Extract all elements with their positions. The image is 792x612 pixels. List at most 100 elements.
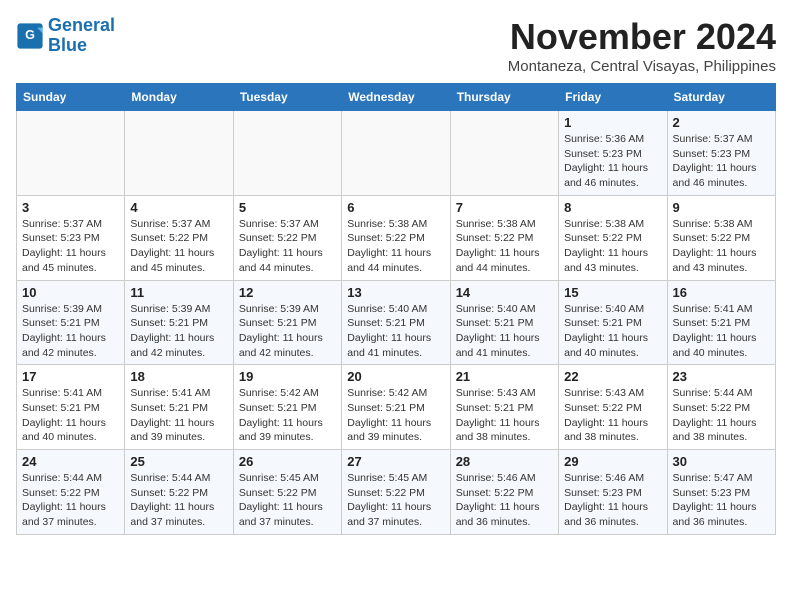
calendar-cell: 6 Sunrise: 5:38 AM Sunset: 5:22 PM Daylig… — [342, 195, 450, 280]
day-info: Sunrise: 5:44 AM Sunset: 5:22 PM Dayligh… — [22, 471, 119, 530]
day-number: 8 — [564, 200, 661, 215]
day-info: Sunrise: 5:38 AM Sunset: 5:22 PM Dayligh… — [673, 217, 770, 276]
day-number: 27 — [347, 454, 444, 469]
day-number: 13 — [347, 285, 444, 300]
logo: G General Blue — [16, 16, 115, 56]
month-title: November 2024 — [508, 16, 776, 58]
day-number: 29 — [564, 454, 661, 469]
calendar-cell: 4 Sunrise: 5:37 AM Sunset: 5:22 PM Daylig… — [125, 195, 233, 280]
day-info: Sunrise: 5:40 AM Sunset: 5:21 PM Dayligh… — [347, 302, 444, 361]
day-number: 1 — [564, 115, 661, 130]
calendar-cell: 17Sunrise: 5:41 AM Sunset: 5:21 PM Dayli… — [17, 365, 125, 450]
calendar-cell: 9 Sunrise: 5:38 AM Sunset: 5:22 PM Daylig… — [667, 195, 775, 280]
calendar-cell: 23 Sunrise: 5:44 AM Sunset: 5:22 PM Dayli… — [667, 365, 775, 450]
calendar-cell: 16 Sunrise: 5:41 AM Sunset: 5:21 PM Dayli… — [667, 280, 775, 365]
svg-text:G: G — [25, 28, 35, 42]
day-info: Sunrise: 5:38 AM Sunset: 5:22 PM Dayligh… — [564, 217, 661, 276]
calendar-cell: 19 Sunrise: 5:42 AM Sunset: 5:21 PM Dayli… — [233, 365, 341, 450]
calendar-cell: 30 Sunrise: 5:47 AM Sunset: 5:23 PM Dayli… — [667, 450, 775, 535]
day-info: Sunrise: 5:39 AM Sunset: 5:21 PM Dayligh… — [130, 302, 227, 361]
day-header-tuesday: Tuesday — [233, 84, 341, 111]
day-info: Sunrise: 5:44 AM Sunset: 5:22 PM Dayligh… — [130, 471, 227, 530]
calendar-cell: 18 Sunrise: 5:41 AM Sunset: 5:21 PM Dayli… — [125, 365, 233, 450]
day-info: Sunrise: 5:41 AM Sunset: 5:21 PM Dayligh… — [22, 386, 119, 445]
day-number: 25 — [130, 454, 227, 469]
day-number: 4 — [130, 200, 227, 215]
calendar-cell: 20 Sunrise: 5:42 AM Sunset: 5:21 PM Dayli… — [342, 365, 450, 450]
calendar-cell: 28 Sunrise: 5:46 AM Sunset: 5:22 PM Dayli… — [450, 450, 558, 535]
day-header-saturday: Saturday — [667, 84, 775, 111]
day-number: 10 — [22, 285, 119, 300]
calendar-cell: 3Sunrise: 5:37 AM Sunset: 5:23 PM Daylig… — [17, 195, 125, 280]
day-number: 2 — [673, 115, 770, 130]
calendar-cell — [17, 111, 125, 196]
day-info: Sunrise: 5:36 AM Sunset: 5:23 PM Dayligh… — [564, 132, 661, 191]
header: G General Blue November 2024 Montaneza, … — [16, 16, 776, 75]
day-number: 9 — [673, 200, 770, 215]
day-number: 6 — [347, 200, 444, 215]
calendar-cell: 15 Sunrise: 5:40 AM Sunset: 5:21 PM Dayli… — [559, 280, 667, 365]
day-info: Sunrise: 5:41 AM Sunset: 5:21 PM Dayligh… — [130, 386, 227, 445]
day-info: Sunrise: 5:39 AM Sunset: 5:21 PM Dayligh… — [22, 302, 119, 361]
day-info: Sunrise: 5:37 AM Sunset: 5:23 PM Dayligh… — [673, 132, 770, 191]
day-info: Sunrise: 5:42 AM Sunset: 5:21 PM Dayligh… — [347, 386, 444, 445]
day-number: 16 — [673, 285, 770, 300]
calendar-cell: 22Sunrise: 5:43 AM Sunset: 5:22 PM Dayli… — [559, 365, 667, 450]
calendar-cell: 25 Sunrise: 5:44 AM Sunset: 5:22 PM Dayli… — [125, 450, 233, 535]
calendar-cell — [450, 111, 558, 196]
calendar-cell: 14 Sunrise: 5:40 AM Sunset: 5:21 PM Dayli… — [450, 280, 558, 365]
day-number: 19 — [239, 369, 336, 384]
day-info: Sunrise: 5:40 AM Sunset: 5:21 PM Dayligh… — [564, 302, 661, 361]
day-info: Sunrise: 5:37 AM Sunset: 5:23 PM Dayligh… — [22, 217, 119, 276]
day-info: Sunrise: 5:44 AM Sunset: 5:22 PM Dayligh… — [673, 386, 770, 445]
day-number: 20 — [347, 369, 444, 384]
week-row-5: 24 Sunrise: 5:44 AM Sunset: 5:22 PM Dayli… — [17, 450, 776, 535]
day-number: 26 — [239, 454, 336, 469]
day-info: Sunrise: 5:47 AM Sunset: 5:23 PM Dayligh… — [673, 471, 770, 530]
calendar-cell: 8 Sunrise: 5:38 AM Sunset: 5:22 PM Daylig… — [559, 195, 667, 280]
day-info: Sunrise: 5:41 AM Sunset: 5:21 PM Dayligh… — [673, 302, 770, 361]
calendar-cell: 5 Sunrise: 5:37 AM Sunset: 5:22 PM Daylig… — [233, 195, 341, 280]
day-info: Sunrise: 5:45 AM Sunset: 5:22 PM Dayligh… — [347, 471, 444, 530]
location-title: Montaneza, Central Visayas, Philippines — [508, 58, 776, 75]
day-info: Sunrise: 5:42 AM Sunset: 5:21 PM Dayligh… — [239, 386, 336, 445]
day-info: Sunrise: 5:37 AM Sunset: 5:22 PM Dayligh… — [239, 217, 336, 276]
day-number: 15 — [564, 285, 661, 300]
calendar-cell: 21 Sunrise: 5:43 AM Sunset: 5:21 PM Dayli… — [450, 365, 558, 450]
day-number: 24 — [22, 454, 119, 469]
day-info: Sunrise: 5:45 AM Sunset: 5:22 PM Dayligh… — [239, 471, 336, 530]
day-number: 5 — [239, 200, 336, 215]
day-number: 21 — [456, 369, 553, 384]
day-number: 14 — [456, 285, 553, 300]
calendar-cell: 11Sunrise: 5:39 AM Sunset: 5:21 PM Dayli… — [125, 280, 233, 365]
logo-icon: G — [16, 22, 44, 50]
calendar-cell — [233, 111, 341, 196]
day-number: 12 — [239, 285, 336, 300]
day-header-thursday: Thursday — [450, 84, 558, 111]
header-row: SundayMondayTuesdayWednesdayThursdayFrid… — [17, 84, 776, 111]
calendar-cell: 24 Sunrise: 5:44 AM Sunset: 5:22 PM Dayli… — [17, 450, 125, 535]
calendar-cell: 2 Sunrise: 5:37 AM Sunset: 5:23 PM Daylig… — [667, 111, 775, 196]
day-info: Sunrise: 5:43 AM Sunset: 5:21 PM Dayligh… — [456, 386, 553, 445]
calendar-cell: 7Sunrise: 5:38 AM Sunset: 5:22 PM Daylig… — [450, 195, 558, 280]
day-number: 7 — [456, 200, 553, 215]
day-number: 18 — [130, 369, 227, 384]
calendar-cell — [342, 111, 450, 196]
day-number: 28 — [456, 454, 553, 469]
calendar-cell: 27 Sunrise: 5:45 AM Sunset: 5:22 PM Dayli… — [342, 450, 450, 535]
day-header-monday: Monday — [125, 84, 233, 111]
logo-line1: General — [48, 15, 115, 35]
calendar-cell: 26 Sunrise: 5:45 AM Sunset: 5:22 PM Dayli… — [233, 450, 341, 535]
day-info: Sunrise: 5:39 AM Sunset: 5:21 PM Dayligh… — [239, 302, 336, 361]
day-number: 23 — [673, 369, 770, 384]
calendar-cell: 10 Sunrise: 5:39 AM Sunset: 5:21 PM Dayli… — [17, 280, 125, 365]
day-header-sunday: Sunday — [17, 84, 125, 111]
day-info: Sunrise: 5:46 AM Sunset: 5:22 PM Dayligh… — [456, 471, 553, 530]
week-row-4: 17Sunrise: 5:41 AM Sunset: 5:21 PM Dayli… — [17, 365, 776, 450]
day-info: Sunrise: 5:38 AM Sunset: 5:22 PM Dayligh… — [347, 217, 444, 276]
day-info: Sunrise: 5:40 AM Sunset: 5:21 PM Dayligh… — [456, 302, 553, 361]
day-info: Sunrise: 5:37 AM Sunset: 5:22 PM Dayligh… — [130, 217, 227, 276]
day-header-wednesday: Wednesday — [342, 84, 450, 111]
week-row-3: 10 Sunrise: 5:39 AM Sunset: 5:21 PM Dayli… — [17, 280, 776, 365]
day-number: 30 — [673, 454, 770, 469]
